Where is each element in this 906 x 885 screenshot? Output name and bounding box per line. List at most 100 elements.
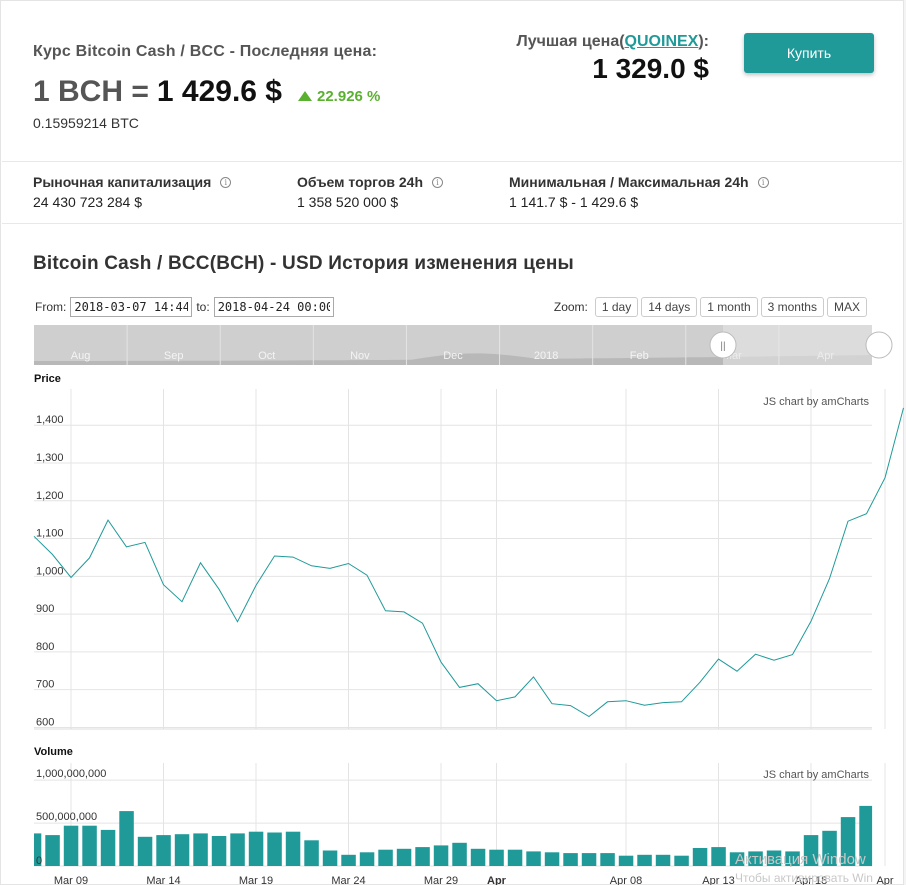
from-date-input[interactable] bbox=[70, 297, 193, 317]
price-tick-label: 1,300 bbox=[36, 452, 64, 464]
price-tick-label: 900 bbox=[36, 603, 54, 615]
volume-bar bbox=[322, 850, 338, 866]
zoom-1-month-button[interactable]: 1 month bbox=[700, 297, 758, 317]
price-bch-label: 1 BCH = bbox=[33, 75, 149, 108]
volume-bar bbox=[526, 851, 541, 866]
navigator-handle-grip: || bbox=[720, 341, 725, 352]
volume-bar bbox=[655, 854, 671, 866]
stat-label-text: Минимальная / Максимальная 24h bbox=[509, 174, 749, 190]
x-tick-label: Mar 19 bbox=[239, 875, 273, 885]
zoom-3-months-button[interactable]: 3 months bbox=[760, 297, 824, 317]
x-tick-label: Apr 13 bbox=[702, 875, 734, 885]
volume-bar bbox=[581, 853, 597, 866]
date-range: From: to: bbox=[35, 297, 338, 317]
zoom-controls: Zoom: 1 day 14 days 1 month 3 months MAX bbox=[554, 297, 867, 317]
stat-label: Объем торгов 24h i bbox=[297, 174, 443, 190]
volume-bar bbox=[285, 831, 301, 866]
volume-bar bbox=[341, 854, 356, 866]
info-icon[interactable]: i bbox=[432, 176, 443, 188]
from-label: From: bbox=[35, 300, 67, 314]
price-tick-label: 800 bbox=[36, 641, 54, 653]
volume-bar bbox=[544, 852, 560, 866]
volume-bar bbox=[507, 849, 523, 866]
chart-navigator[interactable]: AugSepOctNovDec2018FebMarApr|| bbox=[34, 325, 893, 365]
volume-panel-title: Volume bbox=[34, 746, 73, 758]
best-label-prefix: Лучшая цена( bbox=[516, 33, 625, 50]
price-tick-label: 700 bbox=[36, 679, 54, 691]
info-icon[interactable]: i bbox=[220, 176, 232, 188]
stat-label: Рыночная капитализация i bbox=[33, 174, 232, 190]
x-tick-label: Mar 14 bbox=[146, 875, 180, 885]
stat-value: 1 141.7 $ - 1 429.6 $ bbox=[509, 194, 639, 210]
rate-title: Курс Bitcoin Cash / BCC - Последняя цена… bbox=[33, 43, 378, 60]
price-history-chart: AugSepOctNovDec2018FebMarApr|| 600700800… bbox=[33, 325, 904, 885]
x-tick-label: Apr bbox=[487, 875, 507, 885]
volume-bar bbox=[618, 855, 634, 866]
volume-bar bbox=[248, 831, 264, 866]
volume-bar bbox=[137, 836, 153, 866]
divider bbox=[2, 161, 902, 162]
price-tick-label: 1,200 bbox=[36, 490, 64, 502]
best-price-value: 1 329.0 $ bbox=[592, 53, 709, 84]
stat-min-max-24h: Минимальная / Максимальная 24h i 1 141.7 … bbox=[509, 174, 769, 210]
volume-tick-label: 0 bbox=[36, 855, 42, 867]
navigator-label: Sep bbox=[164, 350, 184, 362]
volume-bar bbox=[563, 853, 578, 866]
price-panel-title: Price bbox=[34, 373, 61, 385]
volume-bar bbox=[193, 833, 208, 866]
navigator-label: 2018 bbox=[534, 350, 558, 362]
volume-bar bbox=[359, 852, 375, 866]
navigator-label: Dec bbox=[443, 350, 463, 362]
volume-bar bbox=[45, 835, 60, 866]
volume-bar bbox=[600, 853, 615, 866]
price-panel: 600 700 800 900 1,000 1,100 1,200 1,300 1,400 Pri… bbox=[33, 373, 904, 730]
navigator-label: Aug bbox=[71, 350, 91, 362]
volume-bar bbox=[489, 849, 504, 866]
zoom-label: Zoom: bbox=[553, 300, 588, 314]
volume-bar bbox=[378, 849, 393, 866]
volume-bar bbox=[82, 825, 97, 866]
best-exchange-link[interactable]: QUOINEX bbox=[625, 33, 699, 50]
to-label: to: bbox=[196, 300, 210, 314]
x-tick-label: Apr 08 bbox=[610, 875, 642, 885]
volume-bar bbox=[692, 848, 708, 866]
volume-bar bbox=[396, 848, 412, 866]
price-change: 22.926 % bbox=[298, 88, 380, 105]
price-btc: 0.15959214 BTC bbox=[33, 115, 139, 131]
zoom-1-day-button[interactable]: 1 day bbox=[594, 297, 639, 317]
price-change-value: 22.926 % bbox=[317, 87, 381, 105]
volume-panel: Volume 0 500,000,000 1,000,000,000 JS chart … bbox=[34, 746, 886, 867]
volume-bar bbox=[452, 842, 467, 866]
volume-bar bbox=[174, 834, 190, 866]
best-price-block: Лучшая цена(QUOINEX): 1 329.0 $ bbox=[516, 33, 709, 85]
rate-header: Курс Bitcoin Cash / BCC - Последняя цена… bbox=[33, 43, 380, 131]
zoom-14-days-button[interactable]: 14 days bbox=[641, 297, 698, 317]
zoom-max-button[interactable]: MAX bbox=[826, 297, 867, 317]
buy-button[interactable]: Купить bbox=[744, 33, 874, 73]
stat-label: Минимальная / Максимальная 24h i bbox=[509, 174, 769, 190]
to-date-input[interactable] bbox=[213, 297, 334, 317]
volume-bar bbox=[470, 848, 486, 866]
windows-activation-watermark: Активация Window Чтобы активировать Win bbox=[735, 851, 873, 885]
watermark-line2: Чтобы активировать Win bbox=[735, 871, 873, 885]
chart-credit: JS chart by amCharts bbox=[763, 769, 869, 781]
stat-market-cap: Рыночная капитализация i 24 430 723 284 $ bbox=[33, 174, 232, 210]
volume-bar bbox=[267, 832, 282, 866]
x-tick-label: Mar 24 bbox=[331, 875, 365, 885]
price-usd: 1 429.6 $ bbox=[156, 75, 282, 108]
volume-bar bbox=[415, 847, 430, 866]
volume-bar bbox=[711, 847, 726, 866]
best-label-suffix: ): bbox=[698, 33, 709, 50]
volume-bar bbox=[304, 840, 319, 867]
price-tick-label: 1,000 bbox=[36, 565, 64, 577]
history-title: Bitcoin Cash / BCC(BCH) - USD История из… bbox=[33, 253, 574, 274]
navigator-label: Nov bbox=[350, 350, 370, 362]
price-row: 1 BCH = 1 429.6 $ 22.926 % bbox=[33, 75, 380, 109]
chart-credit: JS chart by amCharts bbox=[763, 396, 869, 408]
volume-bar bbox=[119, 811, 134, 866]
navigator-label: Feb bbox=[630, 350, 649, 362]
stat-value: 1 358 520 000 $ bbox=[297, 194, 399, 210]
info-icon[interactable]: i bbox=[757, 176, 769, 188]
watermark-line1: Активация Window bbox=[735, 851, 866, 868]
price-tick-label: 1,100 bbox=[36, 528, 64, 540]
